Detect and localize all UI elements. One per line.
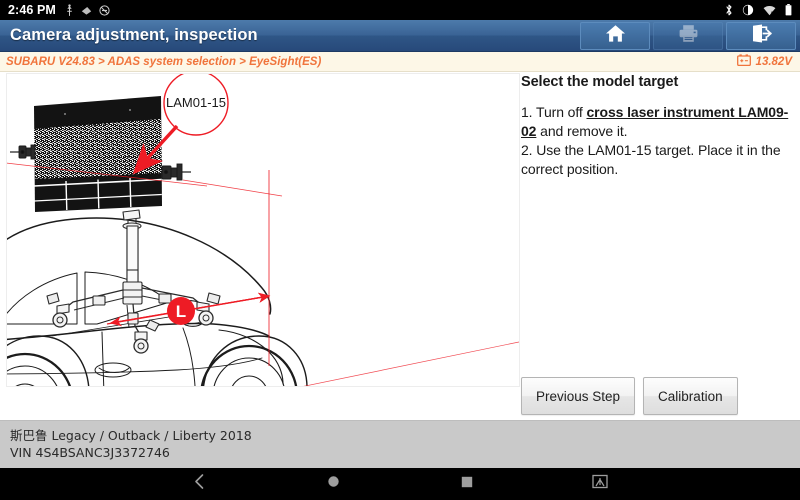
- callout-label: LAM01-15: [166, 95, 226, 110]
- vpn-key-icon: [81, 5, 92, 16]
- step-1-prefix: 1. Turn off: [521, 104, 587, 120]
- nav-home-button[interactable]: [267, 468, 400, 500]
- usb-icon: [65, 4, 74, 16]
- nav-recents-button[interactable]: [400, 468, 533, 500]
- calibration-target-board: [10, 96, 191, 212]
- previous-step-button[interactable]: Previous Step: [521, 377, 636, 415]
- android-nav-bar: [0, 468, 800, 500]
- target-tripod-stand: [46, 209, 221, 354]
- status-right-icons: [725, 4, 792, 16]
- instruction-panel: Select the model target 1. Turn off cros…: [521, 72, 797, 179]
- bluetooth-icon: [725, 4, 733, 16]
- android-status-bar: 2:46 PM: [0, 0, 800, 20]
- exit-button[interactable]: [726, 21, 796, 50]
- nav-screenshot-button[interactable]: [533, 468, 666, 500]
- vehicle-model: 斯巴鲁 Legacy / Outback / Liberty 2018: [10, 428, 252, 443]
- content-area: LAM01-15 L Select the model target 1. Tu…: [0, 72, 800, 420]
- circle-icon: [327, 475, 340, 493]
- dimension-label: L: [176, 302, 186, 321]
- page-title: Camera adjustment, inspection: [10, 26, 258, 44]
- home-icon: [605, 24, 626, 48]
- tablet-screen: 2:46 PM Camera adjustment, inspection SU…: [0, 0, 800, 500]
- square-icon: [461, 475, 473, 493]
- status-clock: 2:46 PM: [8, 3, 56, 17]
- home-button[interactable]: [580, 21, 650, 50]
- do-not-disturb-icon: [99, 4, 110, 16]
- step-1-suffix: and remove it.: [536, 123, 628, 139]
- target-right-bracket: [161, 163, 191, 181]
- instruction-body: 1. Turn off cross laser instrument LAM09…: [521, 103, 797, 179]
- exit-icon: [751, 24, 772, 48]
- title-bar-actions: [580, 20, 800, 52]
- illustration-panel: LAM01-15 L: [6, 73, 520, 387]
- step-2: 2. Use the LAM01-15 target. Place it in …: [521, 142, 781, 177]
- voltage-value: 13.82V: [755, 55, 792, 68]
- chevron-left-icon: [193, 473, 206, 495]
- calibration-button[interactable]: Calibration: [643, 377, 738, 415]
- breadcrumb[interactable]: SUBARU V24.83 > ADAS system selection > …: [6, 56, 321, 68]
- vehicle-vin: VIN 4S4BSANC3J3372746: [10, 445, 170, 460]
- adas-target-diagram: LAM01-15 L: [7, 74, 519, 386]
- nav-back-button[interactable]: [133, 468, 266, 500]
- battery-icon: [736, 53, 751, 71]
- breadcrumb-bar: SUBARU V24.83 > ADAS system selection > …: [0, 52, 800, 72]
- printer-icon: [678, 24, 699, 48]
- volume-icon: [742, 4, 754, 16]
- status-left-icons: [65, 4, 110, 16]
- action-button-row: Previous Step Calibration: [521, 377, 738, 415]
- target-left-bracket: [10, 144, 36, 160]
- app-title-bar: Camera adjustment, inspection: [0, 20, 800, 52]
- print-button[interactable]: [653, 21, 723, 50]
- battery-icon: [785, 4, 792, 16]
- nav-spacer-right: [667, 468, 800, 500]
- instruction-heading: Select the model target: [521, 74, 679, 90]
- screenshot-icon: [592, 474, 608, 494]
- vehicle-info-footer: 斯巴鲁 Legacy / Outback / Liberty 2018 VIN …: [0, 420, 800, 468]
- wifi-icon: [763, 5, 776, 16]
- voltage-indicator: 13.82V: [736, 53, 792, 71]
